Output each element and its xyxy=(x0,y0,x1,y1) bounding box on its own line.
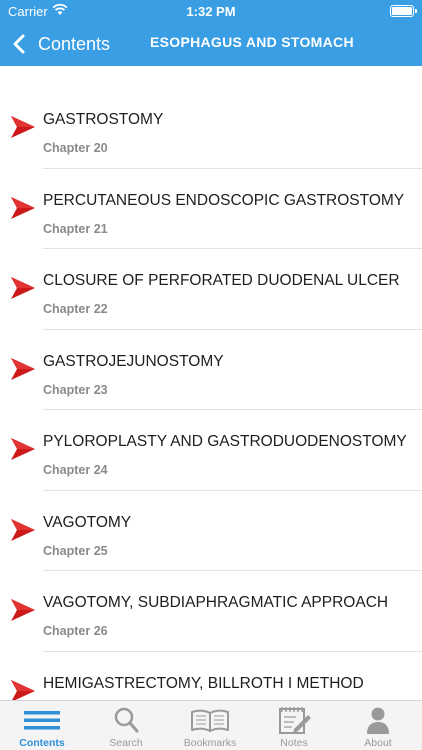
tab-bar: Contents Search Bookmarks Notes About xyxy=(0,700,422,750)
back-label: Contents xyxy=(38,33,111,54)
tab-label: Search xyxy=(109,737,143,749)
chapter-title: GASTROJEJUNOSTOMY xyxy=(43,352,224,370)
chapter-number: Chapter 23 xyxy=(43,382,108,397)
chapter-title: VAGOTOMY, SUBDIAPHRAGMATIC APPROACH xyxy=(43,594,389,611)
page-title: ESOPHAGUS AND STOMACH xyxy=(150,34,354,50)
chapter-row[interactable]: PYLOROPLASTY AND GASTRODUODENOSTOMY Chap… xyxy=(0,410,422,491)
tab-label: Bookmarks xyxy=(183,737,237,749)
chevron-left-icon xyxy=(13,34,25,54)
chapter-title: HEMIGASTRECTOMY, BILLROTH I METHOD xyxy=(43,674,364,692)
chapter-row[interactable]: GASTROSTOMY Chapter 20 xyxy=(0,88,422,169)
chapter-number: Chapter 21 xyxy=(43,221,108,236)
red-arrow-icon xyxy=(11,679,35,700)
chapter-number: Chapter 26 xyxy=(43,624,108,638)
red-arrow-icon xyxy=(11,116,35,138)
chapter-number: Chapter 22 xyxy=(43,302,108,316)
tab-bookmarks[interactable]: Bookmarks xyxy=(168,701,252,750)
menu-lines-icon xyxy=(24,711,60,730)
chapter-number: Chapter 20 xyxy=(43,141,108,155)
tab-about[interactable]: About xyxy=(336,701,420,750)
chapter-title: CLOSURE OF PERFORATED DUODENAL ULCER xyxy=(43,272,400,289)
red-arrow-icon xyxy=(11,438,35,460)
tab-contents[interactable]: Contents xyxy=(0,701,84,750)
chapter-title: VAGOTOMY xyxy=(43,513,132,531)
magnifier-icon xyxy=(114,707,139,733)
chapter-row[interactable]: HEMIGASTRECTOMY, BILLROTH I METHOD xyxy=(0,652,422,700)
chapter-title: PYLOROPLASTY AND GASTRODUODENOSTOMY xyxy=(43,433,407,450)
open-book-icon xyxy=(191,709,229,732)
tab-notes[interactable]: Notes xyxy=(252,701,336,750)
chapter-row[interactable]: VAGOTOMY Chapter 25 xyxy=(0,491,422,571)
tab-search[interactable]: Search xyxy=(84,701,168,750)
red-arrow-icon xyxy=(11,357,35,380)
notepad-pencil-icon xyxy=(279,707,311,734)
chapter-row[interactable]: GASTROJEJUNOSTOMY Chapter 23 xyxy=(0,330,422,410)
tab-label: Contents xyxy=(19,737,65,749)
red-arrow-icon xyxy=(11,599,35,621)
chapter-list: GASTROSTOMY Chapter 20 PERCUTANEOUS ENDO… xyxy=(0,88,422,700)
tab-label: About xyxy=(364,737,392,749)
chapter-row[interactable]: VAGOTOMY, SUBDIAPHRAGMATIC APPROACH Chap… xyxy=(0,571,422,652)
person-icon xyxy=(367,707,389,734)
battery-icon xyxy=(390,5,417,17)
navigation-bar: Carrier 1:32 PM Contents ESOPHAGUS AND S… xyxy=(0,0,422,66)
chapter-title: GASTROSTOMY xyxy=(43,111,164,128)
clock-time: 1:32 PM xyxy=(186,4,236,19)
status-bar: Carrier 1:32 PM xyxy=(0,0,422,22)
back-button[interactable]: Contents xyxy=(10,30,110,58)
chapter-row[interactable]: CLOSURE OF PERFORATED DUODENAL ULCER Cha… xyxy=(0,249,422,330)
red-arrow-icon xyxy=(11,277,35,299)
chapter-row[interactable]: PERCUTANEOUS ENDOSCOPIC GASTROSTOMY Chap… xyxy=(0,169,422,249)
chapter-title: PERCUTANEOUS ENDOSCOPIC GASTROSTOMY xyxy=(43,191,405,209)
chapter-number: Chapter 24 xyxy=(43,463,108,477)
red-arrow-icon xyxy=(11,518,35,541)
red-arrow-icon xyxy=(11,196,35,219)
chapter-number: Chapter 25 xyxy=(43,543,108,558)
tab-label: Notes xyxy=(280,737,308,749)
